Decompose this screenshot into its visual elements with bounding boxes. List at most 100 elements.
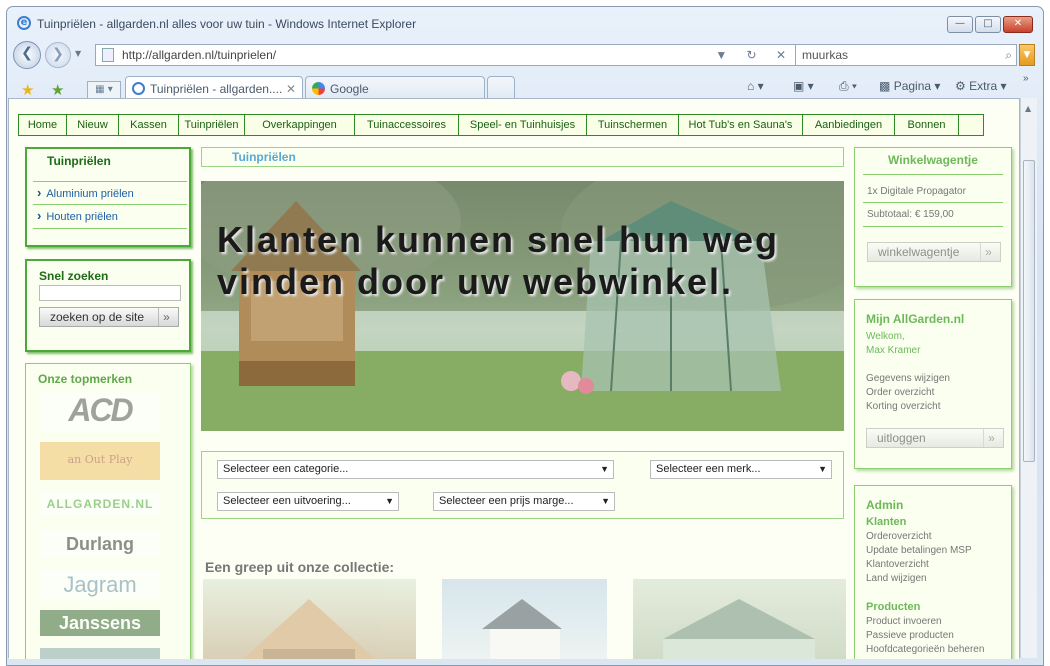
brand-logo-outplay[interactable]: an Out Play [40,442,160,480]
nav-tuinschermen[interactable]: Tuinschermen [587,115,679,135]
quick-search-input[interactable] [39,285,181,301]
link-aluminium-prielen[interactable]: Aluminium priëlen [37,185,133,200]
brand-logo-janssens[interactable]: Janssens [40,610,160,636]
cart-item: 1x Digitale Propagator [867,186,966,197]
search-icon[interactable]: ⌕ [1005,45,1012,65]
home-icon[interactable]: ⌂ ▾ [747,79,764,93]
minimize-button[interactable]: — [947,16,973,33]
link-order-overzicht[interactable]: Order overzicht [866,387,934,398]
page-menu[interactable]: ▩ Pagina ▾ [879,79,940,93]
tools-menu-label: Extra [969,79,998,93]
tools-menu[interactable]: ⚙ Extra ▾ [955,79,1006,93]
brands-box: Onze topmerken ACD an Out Play ALLGARDEN… [25,363,191,659]
cart-button[interactable]: winkelwagentje » [867,242,1001,262]
double-chevron-icon: » [983,429,999,447]
link-korting-overzicht[interactable]: Korting overzicht [866,401,940,412]
search-input[interactable]: muurkas ⌕ [795,44,1017,66]
link-houten-prielen[interactable]: Houten priëlen [37,208,118,223]
brand-select[interactable]: Selecteer een merk... ▼ [650,460,832,479]
divider [863,174,1003,175]
admin-title: Admin [866,498,904,512]
execution-select[interactable]: Selecteer een uitvoering... ▼ [217,492,399,511]
divider [33,181,187,182]
page-menu-icon: ▩ [879,79,891,93]
gallery-image-2[interactable] [442,579,607,659]
brand-logo-durlang[interactable]: Durlang [40,530,160,558]
link-gegevens-wijzigen[interactable]: Gegevens wijzigen [866,373,950,384]
gallery-image-1[interactable] [203,579,416,659]
cart-button-label: winkelwagentje [878,245,960,259]
address-row: ❮ ❯ ▼ http://allgarden.nl/tuinprielen/ ▼… [7,39,1043,69]
site-main-nav: Home Nieuw Kassen Tuinpriëlen Overkappin… [18,114,984,136]
shed-thumb [482,599,562,659]
chevron-more-icon[interactable]: » [1023,73,1029,84]
back-button[interactable]: ❮ [13,41,41,69]
divider [33,204,187,205]
tab-label: Google [330,82,369,96]
nav-overkappingen[interactable]: Overkappingen [245,115,355,135]
ie-tab-icon [132,82,145,95]
admin-section-klanten: Klanten [866,516,907,528]
account-title: Mijn AllGarden.nl [866,312,965,326]
address-bar[interactable]: http://allgarden.nl/tuinprielen/ ▼ ↻ ✕ [95,44,801,66]
brand-logo-allgarden[interactable]: ALLGARDEN.NL [40,492,160,516]
cart-subtotal: Subtotaal: € 159,00 [867,209,954,220]
logout-button[interactable]: uitloggen » [866,428,1004,448]
feeds-icon[interactable]: ▣ ▾ [793,79,814,93]
title-bar: e Tuinpriëlen - allgarden.nl alles voor … [7,7,1043,37]
link-orderoverzicht[interactable]: Orderoverzicht [866,531,932,542]
price-select-value: Selecteer een prijs marge... [439,495,574,507]
quick-search-button[interactable]: zoeken op de site » [39,307,179,327]
brand-logo-jagram[interactable]: Jagram [40,570,160,600]
dropdown-arrow-icon: ▼ [600,464,609,474]
link-product-invoeren[interactable]: Product invoeren [866,616,942,627]
maximize-button[interactable]: □ [975,16,1001,33]
url-text: http://allgarden.nl/tuinprielen/ [122,48,277,62]
admin-section-producten: Producten [866,601,921,613]
print-icon[interactable]: ⎙ ▾ [839,79,857,94]
forward-button[interactable]: ❯ [45,42,71,68]
tab-label: Tuinpriëlen - allgarden.... [150,82,283,96]
search-value: muurkas [802,48,849,62]
gallery-title: Een greep uit onze collectie: [205,559,395,575]
execution-select-value: Selecteer een uitvoering... [223,495,351,507]
category-select[interactable]: Selecteer een categorie... ▼ [217,460,614,479]
price-select[interactable]: Selecteer een prijs marge... ▼ [433,492,615,511]
nav-tuinaccessoires[interactable]: Tuinaccessoires [355,115,459,135]
scrollbar-thumb[interactable] [1023,160,1035,462]
nav-hot-tubs[interactable]: Hot Tub's en Sauna's [679,115,803,135]
link-land-wijzigen[interactable]: Land wijzigen [866,573,927,584]
admin-box: Admin Klanten Orderoverzicht Update beta… [854,485,1012,659]
link-hoofdcategorieen[interactable]: Hoofdcategorieën beheren [866,644,984,655]
nav-bonnen[interactable]: Bonnen [895,115,959,135]
favorites-star-icon[interactable]: ★ [21,81,34,99]
search-options-button[interactable]: ▼ [1019,44,1035,66]
divider [33,228,187,229]
quick-tabs-icon[interactable]: ▦ ▾ [87,81,121,99]
nav-aanbiedingen[interactable]: Aanbiedingen [803,115,895,135]
link-passieve-producten[interactable]: Passieve producten [866,630,954,641]
address-actions-icon[interactable]: ▼ ↻ ✕ [715,45,794,65]
brands-title: Onze topmerken [38,372,133,386]
brand-logo-acd[interactable]: ACD [40,392,160,432]
scroll-up-icon[interactable]: ▲ [1025,104,1031,113]
link-klantoverzicht[interactable]: Klantoverzicht [866,559,929,570]
nav-nieuw[interactable]: Nieuw [67,115,119,135]
filter-box: Selecteer een categorie... ▼ Selecteer e… [201,451,844,519]
gallery-image-3[interactable] [633,579,846,659]
ie-logo-icon: e [17,16,31,30]
nav-speel-tuinhuisjes[interactable]: Speel- en Tuinhuisjes [459,115,587,135]
nav-tuinprielen[interactable]: Tuinpriëlen [179,115,245,135]
close-window-button[interactable]: ✕ [1003,16,1033,33]
vertical-scrollbar[interactable]: ▲ [1020,98,1037,658]
history-dropdown-icon[interactable]: ▼ [75,49,81,58]
category-select-value: Selecteer een categorie... [223,463,349,475]
link-update-betalingen[interactable]: Update betalingen MSP [866,545,972,556]
divider [863,202,1003,203]
quick-search-title: Snel zoeken [39,269,109,283]
nav-home[interactable]: Home [19,115,67,135]
nav-kassen[interactable]: Kassen [119,115,179,135]
dropdown-arrow-icon: ▼ [385,496,394,506]
double-chevron-icon: » [980,243,996,261]
add-favorites-icon[interactable]: ★ [51,81,64,99]
